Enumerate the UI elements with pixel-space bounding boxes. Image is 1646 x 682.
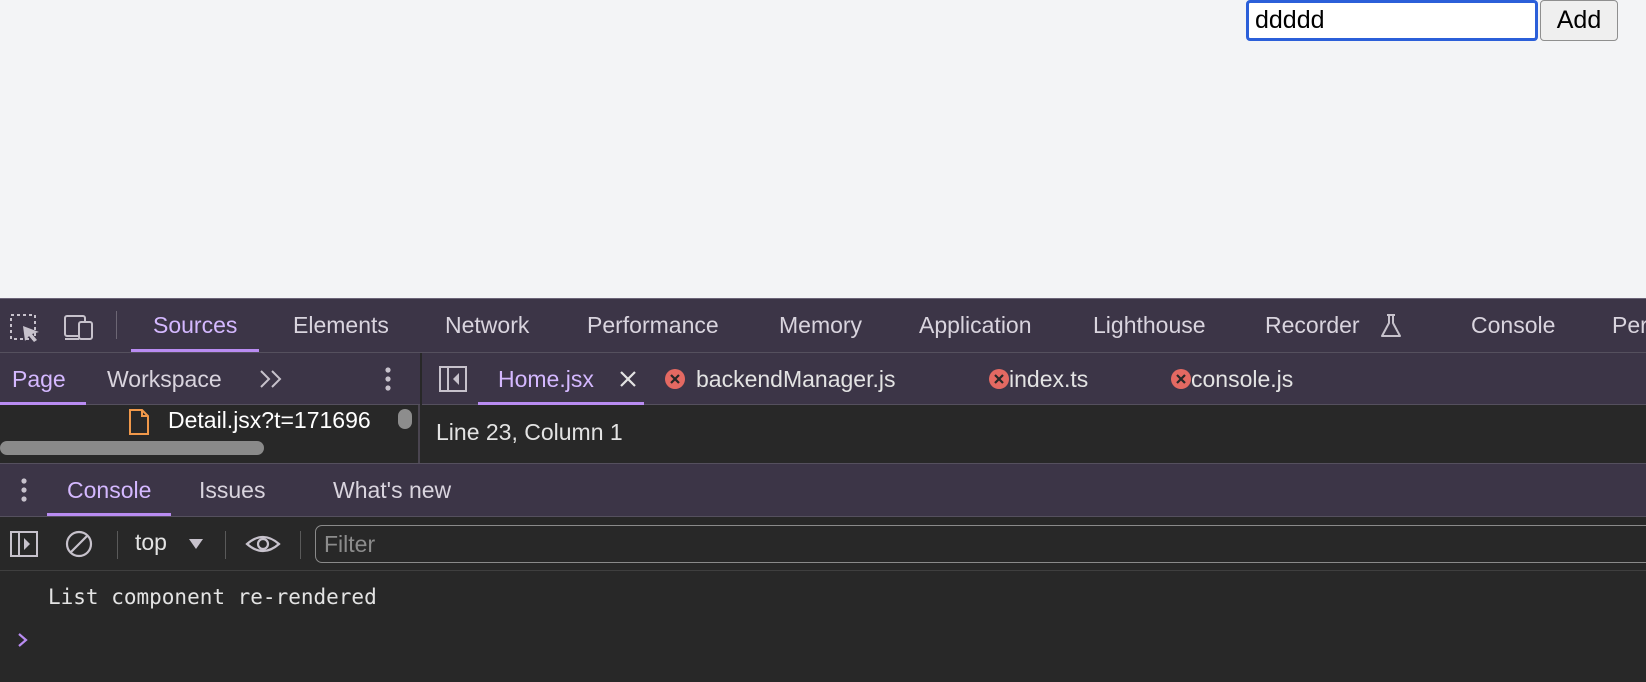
drawer-tab-issues[interactable]: Issues (199, 464, 265, 516)
editor-pane: Home.jsx backendManager.js index.ts cons… (422, 353, 1646, 463)
navigator-tabbar: Page Workspace (0, 353, 420, 405)
console-toolbar: top (0, 517, 1646, 571)
execution-context-select[interactable]: top (135, 529, 167, 556)
tab-performance[interactable]: Performance (587, 299, 719, 352)
drawer-menu-icon[interactable] (14, 476, 34, 504)
tab-sources[interactable]: Sources (130, 299, 260, 352)
console-output: List component re-rendered (0, 571, 1646, 682)
error-icon (665, 369, 685, 389)
more-tabs-chevron-icon[interactable] (258, 368, 286, 390)
file-name: Detail.jsx?t=171696 (168, 407, 371, 433)
device-toolbar-icon[interactable] (62, 313, 96, 343)
console-prompt-chevron-icon[interactable] (16, 631, 30, 649)
tab-recorder[interactable]: Recorder (1265, 299, 1360, 352)
editor-tabbar: Home.jsx backendManager.js index.ts cons… (422, 353, 1646, 405)
drawer-tabbar: Console Issues What's new (0, 463, 1646, 517)
console-log-message: List component re-rendered (48, 585, 377, 609)
error-icon (989, 369, 1009, 389)
tab-page[interactable]: Page (0, 353, 86, 405)
sources-panel: Page Workspace Detail.jsx?t=171696 Home.… (0, 353, 1646, 463)
close-tab-icon[interactable] (616, 367, 640, 391)
toolbar-separator (117, 531, 118, 559)
navigator-file-row[interactable]: Detail.jsx?t=171696 (0, 405, 400, 439)
devtools-panel: Sources Elements Network Performance Mem… (0, 298, 1646, 682)
editor-tab-index[interactable]: index.ts (1009, 353, 1088, 405)
tab-memory[interactable]: Memory (779, 299, 862, 352)
cursor-position-status: Line 23, Column 1 (436, 419, 623, 445)
tab-lighthouse[interactable]: Lighthouse (1093, 299, 1206, 352)
tab-performance-insights[interactable]: Per (1612, 299, 1646, 352)
active-tab-indicator (478, 402, 644, 405)
console-filter-input[interactable] (315, 525, 1646, 563)
live-expression-eye-icon[interactable] (245, 529, 281, 559)
navigator-menu-icon[interactable] (378, 365, 398, 393)
todo-input[interactable] (1246, 0, 1538, 41)
drawer-tab-whats-new[interactable]: What's new (333, 464, 451, 516)
editor-tab-home[interactable]: Home.jsx (498, 353, 594, 405)
clear-console-icon[interactable] (64, 529, 94, 559)
toolbar-separator (225, 531, 226, 559)
devtools-main-tabbar: Sources Elements Network Performance Mem… (0, 298, 1646, 353)
navigator-horizontal-scrollbar[interactable] (0, 441, 264, 455)
tab-console[interactable]: Console (1471, 299, 1555, 352)
inspect-element-icon[interactable] (9, 313, 43, 343)
chevron-down-icon[interactable] (189, 539, 203, 549)
toggle-navigator-icon[interactable] (438, 365, 468, 393)
navigator-vertical-scrollbar[interactable] (398, 409, 412, 429)
tab-workspace[interactable]: Workspace (107, 353, 222, 405)
tab-application[interactable]: Application (919, 299, 1032, 352)
flask-icon (1381, 314, 1401, 337)
navigator-pane: Page Workspace Detail.jsx?t=171696 (0, 353, 420, 463)
file-icon (129, 409, 149, 435)
add-button[interactable]: Add (1540, 0, 1618, 41)
editor-tab-console[interactable]: console.js (1191, 353, 1293, 405)
drawer-tab-console[interactable]: Console (46, 464, 172, 516)
page-viewport: Add (0, 0, 1646, 298)
editor-tab-backend-manager[interactable]: backendManager.js (696, 353, 895, 405)
toolbar-separator (116, 311, 117, 339)
toolbar-separator (300, 531, 301, 559)
tab-elements[interactable]: Elements (293, 299, 389, 352)
error-icon (1171, 369, 1191, 389)
tab-network[interactable]: Network (445, 299, 529, 352)
console-sidebar-icon[interactable] (9, 529, 39, 559)
